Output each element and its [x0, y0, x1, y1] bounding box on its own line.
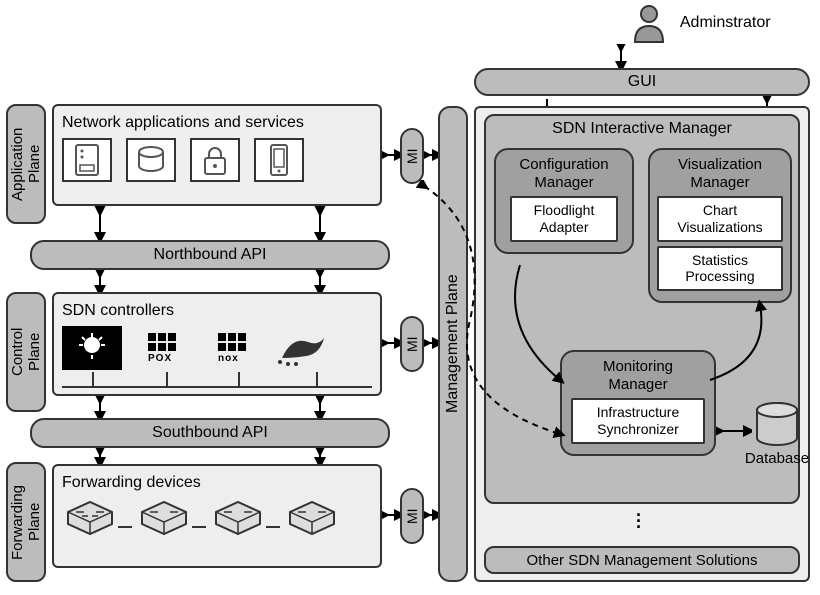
- database-label: Database: [740, 450, 814, 467]
- nox-icon: nox: [202, 326, 262, 370]
- arrow-app-mi: [382, 148, 402, 162]
- arrow-admin-gui: [614, 44, 628, 70]
- database-icon: [126, 138, 176, 182]
- arrow-monitor-viz: [700, 300, 800, 390]
- app-plane-title: Network applications and services: [62, 114, 372, 132]
- control-plane-panel: SDN controllers POX nox: [52, 292, 382, 396]
- dragon-icon: [272, 326, 332, 370]
- northbound-api-bar: Northbound API: [30, 240, 390, 270]
- arrow-ctrl-mi: [382, 336, 402, 350]
- forwarding-plane-panel: Forwarding devices: [52, 464, 382, 568]
- arrow-fwd-mi: [382, 508, 402, 522]
- southbound-api-bar: Southbound API: [30, 418, 390, 448]
- viz-manager-title: Visualization Manager: [656, 156, 784, 192]
- forwarding-title: Forwarding devices: [62, 474, 372, 492]
- control-plane-label: Control Plane: [6, 292, 46, 412]
- switch-icon: [210, 498, 266, 536]
- controllers-row: POX nox: [62, 326, 372, 370]
- visualization-manager: Visualization Manager Chart Visualizatio…: [648, 148, 792, 303]
- forwarding-plane-label: Forwarding Plane: [6, 462, 46, 582]
- control-plane-title: SDN controllers: [62, 302, 372, 320]
- administrator-text: Adminstrator: [680, 14, 771, 31]
- arrows-north-control: [80, 270, 360, 294]
- switch-icon: [136, 498, 192, 536]
- pox-icon: POX: [132, 326, 192, 370]
- server-icon: [62, 138, 112, 182]
- floodlight-icon: [62, 326, 122, 370]
- dashed-mi-monitor: [410, 180, 610, 500]
- vertical-dots-icon: ···: [636, 512, 642, 530]
- sdn-interactive-title: SDN Interactive Manager: [486, 116, 798, 142]
- switch-row: [62, 498, 372, 536]
- chart-visualizations: Chart Visualizations: [657, 196, 783, 242]
- database: Database: [740, 400, 814, 467]
- switch-icon: [62, 498, 118, 536]
- device-icon: [254, 138, 304, 182]
- application-plane-label: Application Plane: [6, 104, 46, 224]
- statistics-processing: Statistics Processing: [657, 246, 783, 292]
- application-plane-panel: Network applications and services: [52, 104, 382, 206]
- other-sdn-solutions: Other SDN Management Solutions: [484, 546, 800, 574]
- app-icons-row: [62, 138, 372, 182]
- administrator-label: Adminstrator: [600, 2, 800, 52]
- arrows-control-south: [80, 396, 360, 420]
- switch-icon: [284, 498, 340, 536]
- mi-app: MI: [400, 128, 424, 184]
- gui-bar: GUI: [474, 68, 810, 96]
- lock-icon: [190, 138, 240, 182]
